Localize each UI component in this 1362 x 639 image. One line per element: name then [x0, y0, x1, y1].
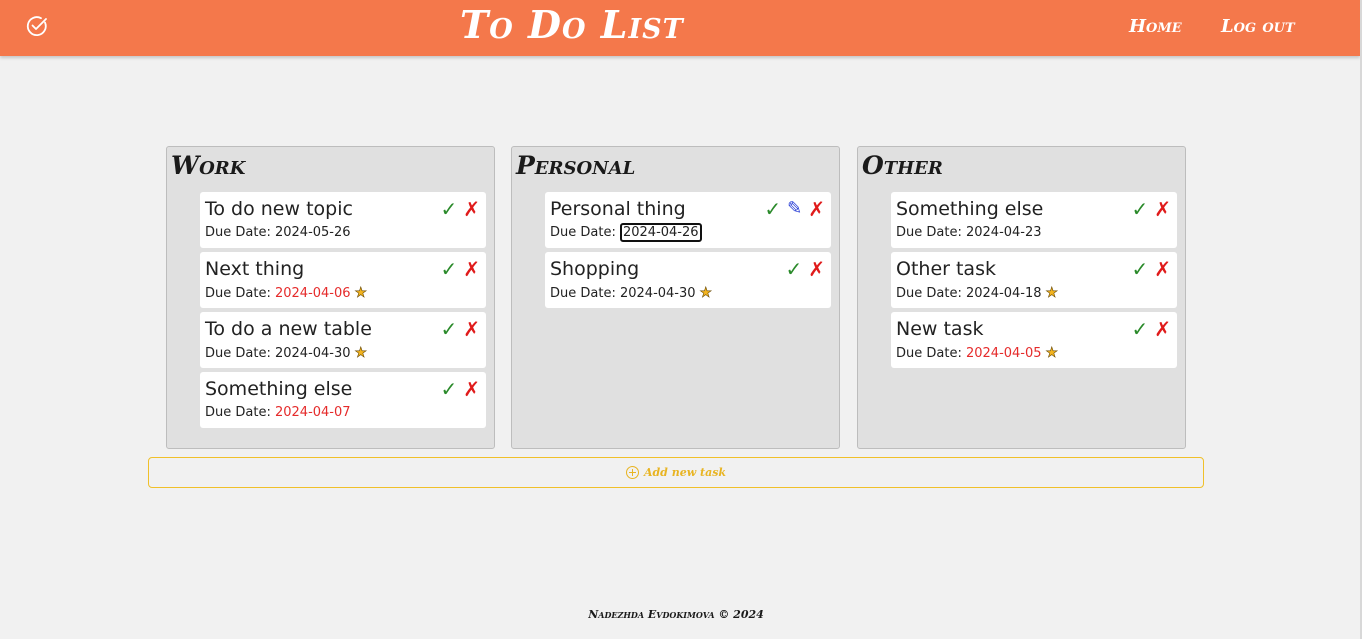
complete-task-icon[interactable]: ✓ [764, 198, 781, 220]
nav-home-link[interactable]: Home [1129, 16, 1182, 37]
star-icon[interactable]: ★ [354, 285, 367, 302]
task-card[interactable]: Something else Due Date: 2024-04-23 ✓ ✗ [891, 192, 1177, 248]
task-name: Next thing [205, 258, 305, 280]
task-actions: ✓ ✗ [1131, 198, 1171, 220]
task-actions: ✓ ✗ [785, 258, 825, 280]
due-date-label: Due Date: [896, 286, 962, 301]
column-personal: Personal Personal thing Due Date: 2024-04-… [511, 146, 840, 449]
due-date-value: 2024-04-05 [965, 346, 1042, 361]
task-name: Something else [896, 198, 1044, 220]
add-task-label: Add new task [643, 466, 727, 479]
check-circle-icon[interactable] [25, 14, 49, 38]
task-card[interactable]: Something else Due Date: 2024-04-07 ✓ ✗ [200, 372, 486, 428]
delete-task-icon[interactable]: ✗ [463, 378, 480, 400]
complete-task-icon[interactable]: ✓ [1131, 318, 1148, 340]
task-name: To do a new table [205, 318, 372, 340]
task-due: Due Date: 2024-04-30 ★ [550, 285, 712, 302]
task-card[interactable]: New task Due Date: 2024-04-05 ★ ✓ ✗ [891, 312, 1177, 368]
task-card[interactable]: Shopping Due Date: 2024-04-30 ★ ✓ ✗ [545, 252, 831, 308]
task-actions: ✓ ✗ [440, 378, 480, 400]
star-icon[interactable]: ★ [1045, 285, 1058, 302]
complete-task-icon[interactable]: ✓ [1131, 198, 1148, 220]
due-date-label: Due Date: [205, 225, 271, 240]
due-date-value: 2024-04-07 [274, 405, 351, 420]
star-icon[interactable]: ★ [1045, 345, 1058, 362]
task-card[interactable]: Other task Due Date: 2024-04-18 ★ ✓ ✗ [891, 252, 1177, 308]
due-date-label: Due Date: [205, 405, 271, 420]
task-name: Other task [896, 258, 996, 280]
delete-task-icon[interactable]: ✗ [463, 318, 480, 340]
complete-task-icon[interactable]: ✓ [1131, 258, 1148, 280]
task-due: Due Date: 2024-04-30 ★ [205, 345, 367, 362]
app-title: To Do List [460, 2, 684, 47]
delete-task-icon[interactable]: ✗ [463, 198, 480, 220]
due-date-label: Due Date: [205, 286, 271, 301]
task-due: Due Date: 2024-04-07 [205, 405, 351, 420]
due-date-value: 2024-05-26 [274, 225, 351, 240]
due-date-label: Due Date: [550, 225, 616, 240]
delete-task-icon[interactable]: ✗ [1154, 258, 1171, 280]
delete-task-icon[interactable]: ✗ [1154, 318, 1171, 340]
app-header: To Do List Home Log out [0, 0, 1360, 56]
task-name: To do new topic [205, 198, 353, 220]
column-title: Work [171, 151, 246, 180]
complete-task-icon[interactable]: ✓ [440, 198, 457, 220]
task-card[interactable]: Personal thing Due Date: 2024-04-26 ✓ ✎ ✗ [545, 192, 831, 248]
plus-circle-icon [625, 466, 639, 479]
complete-task-icon[interactable]: ✓ [440, 378, 457, 400]
delete-task-icon[interactable]: ✗ [808, 258, 825, 280]
due-date-label: Due Date: [896, 225, 962, 240]
due-date-value: 2024-04-06 [274, 286, 351, 301]
due-date-value: 2024-04-23 [965, 225, 1042, 240]
task-actions: ✓ ✎ ✗ [764, 198, 825, 220]
task-card[interactable]: To do a new table Due Date: 2024-04-30 ★ ✓ ✗ [200, 312, 486, 368]
due-date-label: Due Date: [550, 286, 616, 301]
task-actions: ✓ ✗ [1131, 318, 1171, 340]
edit-task-icon[interactable]: ✎ [787, 198, 802, 220]
task-name: Something else [205, 378, 353, 400]
due-date-label: Due Date: [896, 346, 962, 361]
due-date-input[interactable]: 2024-04-26 [619, 223, 702, 242]
delete-task-icon[interactable]: ✗ [1154, 198, 1171, 220]
footer-credit: Nadezhda Evdokimova © 2024 [588, 608, 764, 621]
task-card[interactable]: To do new topic Due Date: 2024-05-26 ✓ ✗ [200, 192, 486, 248]
task-due: Due Date: 2024-04-18 ★ [896, 285, 1058, 302]
complete-task-icon[interactable]: ✓ [440, 258, 457, 280]
star-icon[interactable]: ★ [354, 345, 367, 362]
task-due: Due Date: 2024-05-26 [205, 225, 351, 240]
complete-task-icon[interactable]: ✓ [440, 318, 457, 340]
task-due: Due Date: 2024-04-06 ★ [205, 285, 367, 302]
task-actions: ✓ ✗ [440, 318, 480, 340]
due-date-value: 2024-04-30 [274, 346, 351, 361]
task-actions: ✓ ✗ [440, 198, 480, 220]
star-icon[interactable]: ★ [699, 285, 712, 302]
task-due: Due Date: 2024-04-23 [896, 225, 1042, 240]
task-card[interactable]: Next thing Due Date: 2024-04-06 ★ ✓ ✗ [200, 252, 486, 308]
task-due: Due Date: 2024-04-05 ★ [896, 345, 1058, 362]
add-task-button[interactable]: Add new task [148, 457, 1204, 488]
due-date-value: 2024-04-18 [965, 286, 1042, 301]
task-name: New task [896, 318, 984, 340]
task-name: Shopping [550, 258, 640, 280]
task-name: Personal thing [550, 198, 686, 220]
task-due: Due Date: 2024-04-26 [550, 223, 702, 242]
due-date-label: Due Date: [205, 346, 271, 361]
column-work: Work To do new topic Due Date: 2024-05-26 ✓… [166, 146, 495, 449]
due-date-value: 2024-04-30 [619, 286, 696, 301]
task-actions: ✓ ✗ [1131, 258, 1171, 280]
column-title: Other [862, 151, 943, 180]
delete-task-icon[interactable]: ✗ [463, 258, 480, 280]
complete-task-icon[interactable]: ✓ [785, 258, 802, 280]
column-title: Personal [516, 151, 636, 180]
delete-task-icon[interactable]: ✗ [808, 198, 825, 220]
nav-logout-link[interactable]: Log out [1221, 16, 1295, 37]
column-other: Other Something else Due Date: 2024-04-23 ✓… [857, 146, 1186, 449]
task-actions: ✓ ✗ [440, 258, 480, 280]
